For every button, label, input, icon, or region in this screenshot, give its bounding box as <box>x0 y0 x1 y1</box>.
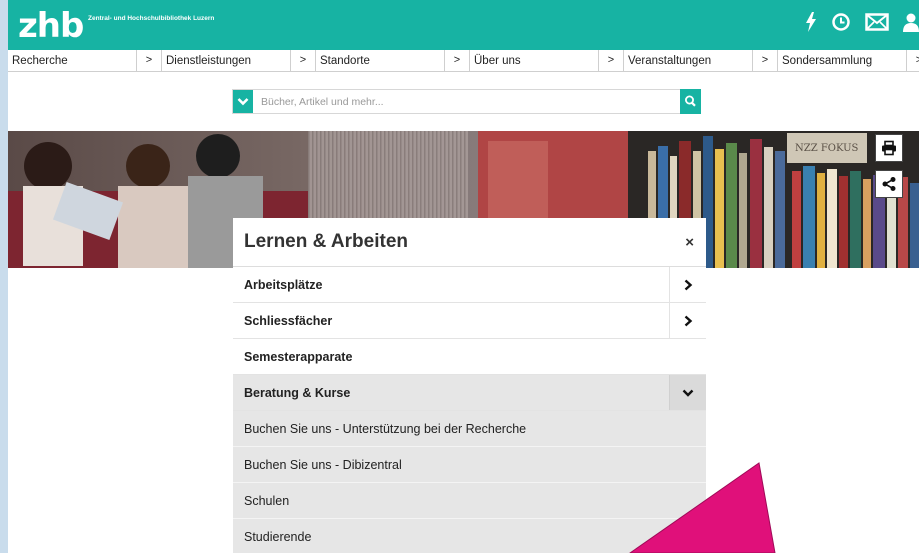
annotation-arrow <box>629 462 776 553</box>
browser-page: zhb Zentral- und Hochschulbibliothek Luz… <box>8 0 919 553</box>
